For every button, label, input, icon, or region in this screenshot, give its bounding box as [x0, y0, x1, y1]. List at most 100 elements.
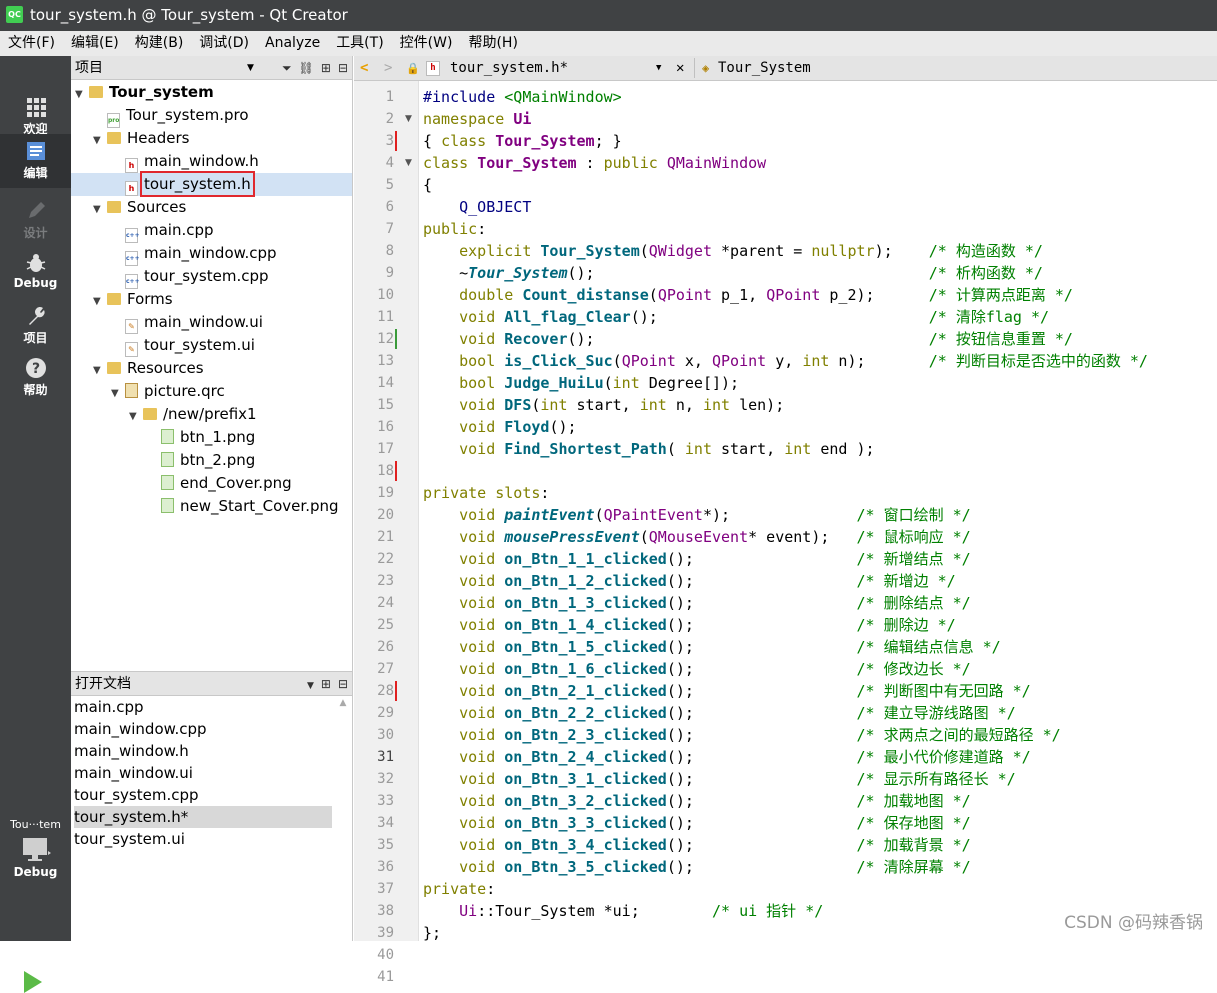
open-document-item[interactable]: tour_system.cpp — [74, 784, 332, 806]
mode-selector: 欢迎 编辑 设计 Debug 项目 ? 帮助 Tou···tem Debug — [0, 56, 71, 993]
tree-item[interactable]: ▼ picture.qrc — [71, 380, 352, 403]
tree-item[interactable]: new_Start_Cover.png — [71, 495, 352, 518]
close-file-icon[interactable]: ✕ — [676, 56, 684, 81]
tree-item[interactable]: btn_1.png — [71, 426, 352, 449]
open-document-item[interactable]: main_window.ui — [74, 762, 332, 784]
tree-item[interactable]: ▼ Forms — [71, 288, 352, 311]
tree-item[interactable]: h tour_system.h — [71, 171, 352, 197]
code-line: private slots: — [423, 484, 550, 502]
tree-item[interactable]: ▼ Headers — [71, 127, 352, 150]
mode-help[interactable]: ? 帮助 — [0, 351, 71, 403]
open-document-item[interactable]: tour_system.ui — [74, 828, 332, 850]
view-dropdown-icon[interactable]: ▼ — [247, 56, 254, 80]
code-line: namespace Ui — [423, 110, 532, 128]
forward-arrow-icon[interactable]: > — [384, 56, 392, 81]
file-tab[interactable]: tour_system.h* — [450, 56, 568, 81]
tree-item[interactable]: ▼ /new/prefix1 — [71, 403, 352, 426]
pen-icon — [28, 202, 45, 218]
symbol-selector[interactable]: Tour_System — [718, 56, 811, 81]
tree-item-label: tour_system.ui — [144, 336, 255, 354]
run-button[interactable] — [24, 971, 42, 993]
split-icon[interactable]: ⊞ — [321, 61, 331, 75]
expand-arrow-icon[interactable]: ▼ — [93, 359, 107, 382]
fold-arrow-icon[interactable]: ▼ — [405, 158, 412, 168]
tree-item[interactable]: ✎ tour_system.ui — [71, 334, 352, 357]
line-number: 21 — [377, 529, 394, 545]
line-number: 7 — [385, 221, 394, 237]
tree-item[interactable]: pro Tour_system.pro — [71, 104, 352, 128]
code-line: void on_Btn_1_1_clicked(); /* 新增结点 */ — [459, 550, 971, 568]
line-number-gutter: 1 2 ▼ 3 4 ▼ 5 6 7 8 9 10 11 12 13 14 15 16 17 18 19 20 21 22 23 2… — [354, 81, 419, 985]
expand-arrow-icon[interactable]: ▼ — [129, 405, 143, 428]
menu-controls[interactable]: 控件(W) — [392, 31, 461, 56]
project-icon — [89, 86, 103, 98]
mode-debug[interactable]: Debug — [0, 246, 71, 298]
line-number: 30 — [377, 727, 394, 743]
menu-help[interactable]: 帮助(H) — [460, 31, 525, 56]
menu-analyze[interactable]: Analyze — [257, 31, 328, 56]
tree-item[interactable]: ▼ Sources — [71, 196, 352, 219]
png-file-icon — [161, 452, 174, 467]
line-number: 13 — [377, 353, 394, 369]
line-number: 39 — [377, 925, 394, 941]
open-document-item[interactable]: tour_system.h* — [74, 806, 332, 828]
expand-arrow-icon[interactable]: ▼ — [93, 129, 107, 152]
fold-arrow-icon[interactable]: ▼ — [405, 114, 412, 124]
mode-projects[interactable]: 项目 — [0, 299, 71, 351]
tree-item[interactable]: end_Cover.png — [71, 472, 352, 495]
menu-tools[interactable]: 工具(T) — [328, 31, 391, 56]
open-document-item[interactable]: main_window.cpp — [74, 718, 332, 740]
lock-icon: 🔒 — [406, 62, 420, 75]
open-documents-title: 打开文档 — [75, 676, 131, 692]
open-document-item[interactable]: main_window.h — [74, 740, 332, 762]
mode-edit[interactable]: 编辑 — [0, 134, 71, 188]
split-icon[interactable]: ⊞ — [321, 677, 331, 691]
tree-item-label: btn_1.png — [180, 428, 256, 446]
close-panel-icon[interactable]: ⊟ — [338, 677, 348, 691]
tree-item-label: btn_2.png — [180, 451, 256, 469]
expand-arrow-icon[interactable]: ▼ — [111, 382, 125, 405]
dropdown-icon[interactable]: ▼ — [307, 681, 314, 691]
tree-item[interactable]: ▼ Resources — [71, 357, 352, 380]
change-marker — [395, 131, 397, 151]
close-panel-icon[interactable]: ⊟ — [338, 61, 348, 75]
line-number: 28 — [377, 683, 394, 699]
code-line: { class Tour_System; } — [423, 132, 622, 150]
menu-edit[interactable]: 编辑(E) — [63, 31, 127, 56]
kit-selector[interactable]: Tou···tem Debug — [0, 818, 71, 879]
back-arrow-icon[interactable]: < — [360, 56, 368, 81]
menu-file[interactable]: 文件(F) — [0, 31, 63, 56]
filter-icon[interactable]: ⏷ — [282, 61, 292, 75]
open-document-item[interactable]: main.cpp — [74, 696, 332, 718]
line-number: 24 — [377, 595, 394, 611]
tree-item-label: /new/prefix1 — [163, 405, 257, 423]
qt-creator-logo-icon: QC — [6, 6, 23, 23]
monitor-icon — [22, 838, 51, 861]
line-number: 6 — [385, 199, 394, 215]
tree-item[interactable]: c++ main.cpp — [71, 219, 352, 243]
project-panel-title: 项目 — [75, 60, 103, 76]
bug-icon — [26, 254, 45, 272]
line-number: 29 — [377, 705, 394, 721]
menu-debug[interactable]: 调试(D) — [191, 31, 257, 56]
expand-arrow-icon[interactable]: ▼ — [93, 198, 107, 221]
expand-arrow-icon[interactable]: ▼ — [93, 290, 107, 313]
tree-item[interactable]: c++ main_window.cpp — [71, 242, 352, 266]
line-number: 15 — [377, 397, 394, 413]
tree-item[interactable]: c++ tour_system.cpp — [71, 265, 352, 289]
file-dropdown-icon[interactable]: ▼ — [656, 56, 661, 81]
watermark: CSDN @码辣香锅 — [1064, 913, 1203, 933]
menu-build[interactable]: 构建(B) — [127, 31, 192, 56]
mode-design[interactable]: 设计 — [0, 194, 71, 246]
expand-arrow-icon[interactable]: ▼ — [75, 83, 89, 106]
tree-item[interactable]: ✎ main_window.ui — [71, 311, 352, 334]
line-number: 4 — [385, 155, 394, 171]
code-line: Q_OBJECT — [459, 198, 532, 216]
tree-item[interactable]: btn_2.png — [71, 449, 352, 472]
code-line: bool Judge_HuiLu(int Degree[]); — [459, 374, 740, 392]
scrollbar[interactable]: ▲ — [336, 698, 350, 938]
tree-item[interactable]: ▼ Tour_system — [71, 81, 352, 104]
code-line: void Recover(); /* 按钮信息重置 */ — [459, 330, 1073, 348]
tree-item[interactable]: h main_window.h — [71, 150, 352, 173]
link-icon[interactable]: ⛓ — [299, 61, 314, 75]
